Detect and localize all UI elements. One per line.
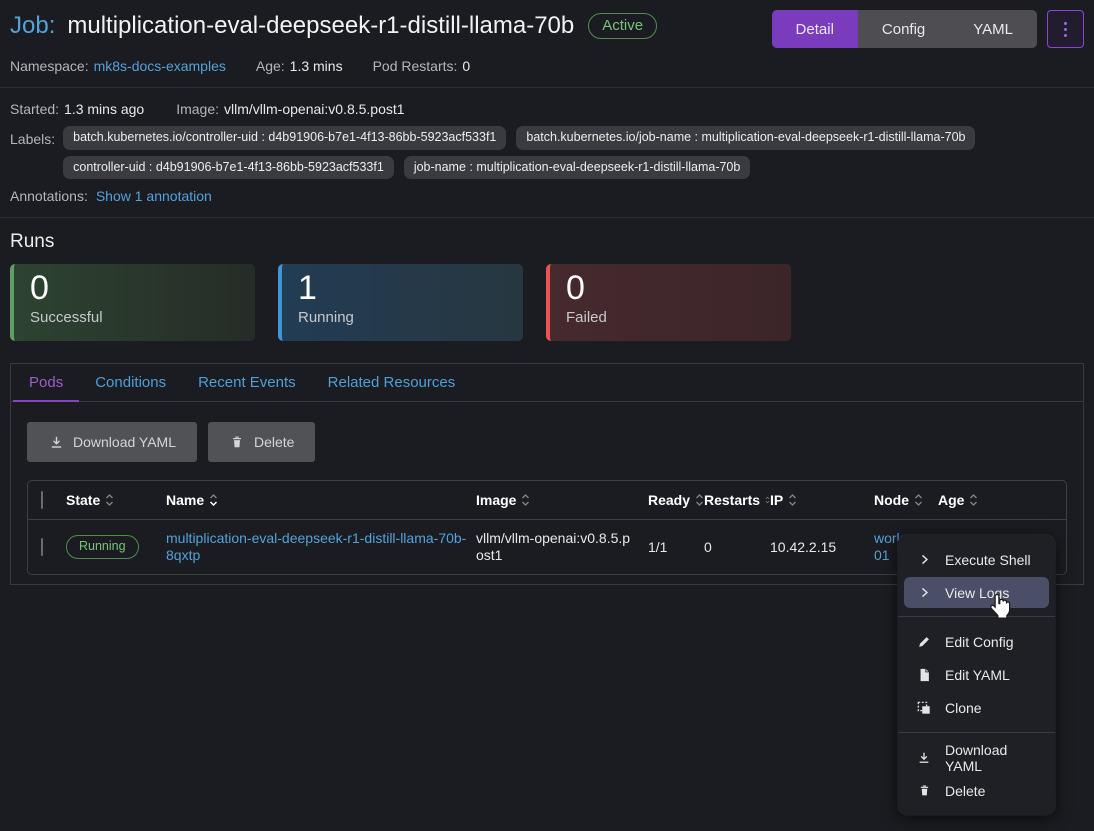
tab-related-resources[interactable]: Related Resources (312, 364, 472, 401)
sort-icon-active (209, 493, 218, 507)
row-checkbox[interactable] (41, 538, 43, 556)
select-all-checkbox[interactable] (41, 491, 43, 509)
column-header-age[interactable]: Age (938, 492, 1024, 508)
age-label: Age: (256, 58, 285, 74)
menu-item-execute-shell[interactable]: Execute Shell (898, 543, 1055, 576)
tab-conditions[interactable]: Conditions (79, 364, 182, 401)
download-yaml-button[interactable]: Download YAML (27, 422, 197, 462)
column-header-node[interactable]: Node (874, 492, 938, 508)
started-value: 1.3 mins ago (64, 101, 144, 117)
runs-section-title: Runs (10, 231, 1084, 253)
successful-count: 0 (30, 268, 239, 308)
kebab-icon (1064, 22, 1067, 25)
status-badge: Active (588, 13, 657, 39)
annotations-row: Annotations: Show 1 annotation (10, 188, 1084, 204)
delete-button[interactable]: Delete (208, 422, 315, 462)
age-value: 1.3 mins (290, 58, 343, 74)
section-divider (0, 217, 1094, 218)
column-header-ip[interactable]: IP (770, 492, 874, 508)
tab-pods[interactable]: Pods (13, 364, 79, 401)
labels-label: Labels: (10, 126, 55, 147)
label-badge: batch.kubernetes.io/controller-uid : d4b… (63, 126, 506, 150)
labels-row: Labels: batch.kubernetes.io/controller-u… (10, 126, 1084, 179)
successful-label: Successful (30, 309, 239, 326)
menu-divider (898, 616, 1055, 617)
failed-count: 0 (566, 268, 775, 308)
menu-item-clone[interactable]: Clone (898, 691, 1055, 724)
annotations-label: Annotations: (10, 188, 88, 204)
view-switcher: Detail Config YAML (772, 10, 1037, 48)
download-icon (48, 434, 64, 450)
table-header-row: State Name Image Ready Restarts (28, 481, 1066, 519)
namespace-label: Namespace: (10, 58, 89, 74)
label-badge: controller-uid : d4b91906-b7e1-4f13-86bb… (63, 156, 394, 180)
image-value: vllm/vllm-openai:v0.8.5.post1 (224, 101, 405, 117)
clone-icon (916, 700, 932, 716)
pod-restarts-value: 0 (462, 58, 470, 74)
menu-item-view-logs[interactable]: View Logs (904, 577, 1049, 608)
running-label: Running (298, 309, 507, 326)
label-badge: job-name : multiplication-eval-deepseek-… (404, 156, 751, 180)
file-icon (916, 667, 932, 683)
menu-item-edit-config[interactable]: Edit Config (898, 625, 1055, 658)
tab-yaml[interactable]: YAML (949, 10, 1037, 48)
menu-item-download-yaml[interactable]: Download YAML (898, 741, 1055, 774)
header-kebab-menu-button[interactable] (1047, 10, 1084, 48)
failed-runs-card: 0 Failed (546, 264, 791, 341)
label-badges: batch.kubernetes.io/controller-uid : d4b… (63, 126, 1053, 179)
menu-item-edit-yaml[interactable]: Edit YAML (898, 658, 1055, 691)
sort-icon (788, 493, 797, 507)
started-label: Started: (10, 101, 59, 117)
namespace-link[interactable]: mk8s-docs-examples (94, 58, 226, 74)
column-header-ready[interactable]: Ready (648, 492, 704, 508)
label-badge: batch.kubernetes.io/job-name : multiplic… (516, 126, 975, 150)
tab-config[interactable]: Config (858, 10, 949, 48)
tab-bar: Pods Conditions Recent Events Related Re… (11, 364, 1083, 402)
trash-icon (229, 434, 245, 450)
page-title: Job: multiplication-eval-deepseek-r1-dis… (10, 10, 657, 42)
column-header-name[interactable]: Name (166, 492, 476, 508)
resource-kind-label: Job: (10, 10, 55, 42)
menu-divider (898, 732, 1055, 733)
failed-label: Failed (566, 309, 775, 326)
trash-icon (916, 783, 932, 799)
resource-name: multiplication-eval-deepseek-r1-distill-… (67, 10, 574, 42)
header-divider (0, 87, 1094, 88)
show-annotation-link[interactable]: Show 1 annotation (96, 188, 212, 204)
tab-recent-events[interactable]: Recent Events (182, 364, 312, 401)
pod-restarts: 0 (704, 539, 770, 555)
sort-icon (914, 493, 923, 507)
pod-name-link[interactable]: multiplication-eval-deepseek-r1-distill-… (166, 530, 466, 563)
sort-icon (105, 493, 114, 507)
sort-icon (521, 493, 530, 507)
menu-item-delete[interactable]: Delete (898, 774, 1055, 807)
sort-icon (695, 493, 704, 507)
running-runs-card: 1 Running (278, 264, 523, 341)
header-meta-row: Namespace: mk8s-docs-examples Age: 1.3 m… (10, 58, 1084, 74)
pod-ready: 1/1 (648, 539, 704, 555)
sort-icon (969, 493, 978, 507)
row-context-menu: Execute Shell View Logs Edit Config Edit… (898, 535, 1055, 815)
pod-state-badge: Running (66, 535, 139, 559)
column-header-state[interactable]: State (66, 492, 166, 508)
page-header: Job: multiplication-eval-deepseek-r1-dis… (10, 0, 1084, 48)
successful-runs-card: 0 Successful (10, 264, 255, 341)
pod-ip: 10.42.2.15 (770, 539, 874, 555)
column-header-image[interactable]: Image (476, 492, 648, 508)
pod-restarts-label: Pod Restarts: (373, 58, 458, 74)
job-detail-page: Job: multiplication-eval-deepseek-r1-dis… (0, 0, 1094, 585)
pod-image: vllm/vllm-openai:v0.8.5.post1 (476, 530, 648, 564)
runs-cards: 0 Successful 1 Running 0 Failed (10, 264, 1084, 341)
detail-row: Started: 1.3 mins ago Image: vllm/vllm-o… (10, 101, 1084, 117)
chevron-right-icon (916, 552, 932, 568)
running-count: 1 (298, 268, 507, 308)
chevron-right-icon (916, 585, 932, 601)
column-header-restarts[interactable]: Restarts (704, 492, 770, 508)
download-icon (916, 750, 932, 766)
tab-detail[interactable]: Detail (772, 10, 858, 48)
pencil-icon (916, 634, 932, 650)
image-label: Image: (176, 101, 219, 117)
pods-toolbar: Download YAML Delete (27, 422, 1067, 462)
header-actions: Detail Config YAML (772, 10, 1084, 48)
